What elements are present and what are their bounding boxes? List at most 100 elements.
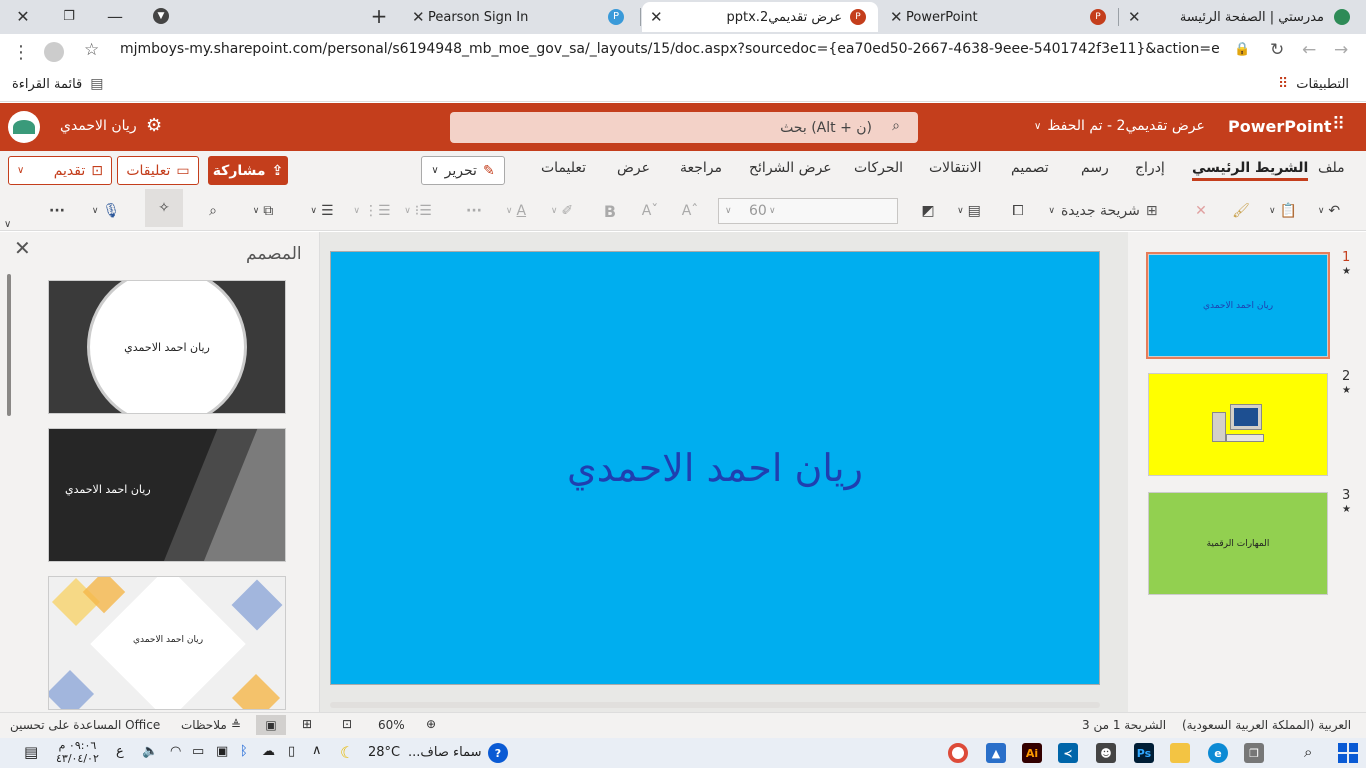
edit-mode-button[interactable]: ∨ تحرير ✎ <box>421 156 505 185</box>
notes-button[interactable]: ملاحظات ≜ <box>181 718 241 732</box>
help-icon[interactable]: ? <box>488 743 508 763</box>
volume-icon[interactable]: 🔈 <box>142 744 158 759</box>
bookmark-star-icon[interactable]: ☆ <box>84 40 99 60</box>
undo-button[interactable]: ∨ ↶ <box>1308 198 1350 224</box>
align-button[interactable]: ∨ ☰ <box>302 198 342 224</box>
search-input[interactable]: بحث (Alt + ن) ⌕ <box>450 112 918 143</box>
reading-list[interactable]: قائمة القراءة ▤ <box>12 76 104 92</box>
tab-powerpoint[interactable]: ✕ P PowerPoint <box>882 2 1116 32</box>
font-size-select[interactable]: ∨ 60 ∨ <box>718 198 898 224</box>
format-painter-icon[interactable]: 🖌 <box>1230 198 1252 224</box>
reload-icon[interactable]: ↻ <box>1270 40 1284 60</box>
numbering-button[interactable]: ∨ ⋮☰ <box>352 198 392 224</box>
close-icon[interactable]: ✕ <box>412 8 425 26</box>
reading-view-icon[interactable]: ⊡ <box>342 717 352 731</box>
github-icon[interactable]: ☻ <box>1096 743 1116 763</box>
fit-slide-icon[interactable]: ⊕ <box>426 717 436 731</box>
app-name[interactable]: PowerPoint <box>1228 117 1331 136</box>
font-color-button[interactable]: ∨ A <box>496 198 536 224</box>
shapes-button[interactable]: ∨ ⧉ <box>242 198 284 224</box>
temperature[interactable]: 28°C <box>368 745 400 760</box>
bold-button[interactable]: B <box>598 198 622 224</box>
tab-animations[interactable]: الحركات <box>854 160 903 176</box>
new-tab-button[interactable]: + <box>356 0 402 32</box>
designer-button[interactable]: ✧ <box>145 189 183 227</box>
menu-dots-icon[interactable]: ⋮ <box>12 42 30 63</box>
tab-home[interactable]: الشريط الرئيسي <box>1192 160 1309 181</box>
apps-shortcut[interactable]: ⠿ التطبيقات <box>1278 76 1349 92</box>
document-title[interactable]: عرض تقديمي2 - تم الحفظ ∨ <box>1034 118 1205 134</box>
comments-button[interactable]: تعليقات ▭ <box>117 156 199 185</box>
new-slide-button[interactable]: ∨ شريحة جديدة ⊞ <box>1040 198 1166 224</box>
language-status[interactable]: العربية (المملكة العربية السعودية) <box>1182 718 1351 732</box>
task-view-icon[interactable]: ❐ <box>1244 743 1264 763</box>
slide-sorter-icon[interactable]: ⊞ <box>302 717 312 731</box>
tab-slideshow[interactable]: عرض الشرائح <box>749 160 832 176</box>
zoom-level[interactable]: 60% <box>378 718 405 732</box>
layout-button[interactable]: ∨ ▤ <box>948 198 990 224</box>
tab-insert[interactable]: إدراج <box>1135 160 1165 176</box>
more-options-button[interactable]: ··· <box>44 198 70 224</box>
increase-font-icon[interactable]: Aˆ <box>678 198 702 224</box>
delete-slide-icon[interactable]: ✕ <box>1190 198 1212 224</box>
normal-view-icon[interactable]: ▣ <box>256 715 286 735</box>
app-launcher-icon[interactable]: ⠿ <box>1332 114 1345 135</box>
avatar[interactable] <box>8 111 40 143</box>
bluetooth-icon[interactable]: ᛒ <box>240 744 248 759</box>
close-icon[interactable]: ✕ <box>650 8 663 26</box>
reuse-slides-icon[interactable]: ⧠ <box>1006 198 1030 224</box>
horizontal-scrollbar[interactable] <box>330 702 1100 708</box>
photoshop-icon[interactable]: Ps <box>1134 743 1154 763</box>
tab-file[interactable]: ملف <box>1318 160 1345 176</box>
url-input[interactable]: mjmboys-my.sharepoint.com/personal/s6194… <box>120 41 1220 57</box>
moon-icon[interactable]: ☾ <box>340 743 354 762</box>
restore-window-icon[interactable]: ❐ <box>46 0 92 32</box>
bullets-button[interactable]: ∨ ⁝☰ <box>398 198 438 224</box>
design-option[interactable]: ريان احمد الاحمدي <box>48 576 286 710</box>
tab-view[interactable]: عرض <box>617 160 650 176</box>
help-improve-office[interactable]: المساعدة على تحسين Office <box>10 718 160 732</box>
present-button[interactable]: ∨ تقديم ⊡ <box>8 156 112 185</box>
search-tool-icon[interactable]: ⌕ <box>202 198 224 224</box>
more-font-options[interactable]: ··· <box>462 198 486 224</box>
format-background-icon[interactable]: ◩ <box>916 198 940 224</box>
slide-thumbnail-3[interactable]: المهارات الرقمية <box>1148 492 1328 595</box>
screen-icon[interactable]: ▣ <box>216 744 228 759</box>
back-icon[interactable]: → <box>1334 40 1348 60</box>
tab-search-icon[interactable]: ▼ <box>138 0 184 32</box>
illustrator-icon[interactable]: Ai <box>1022 743 1042 763</box>
tab-presentation[interactable]: ✕ P عرض تقديمي2.pptx <box>642 2 878 32</box>
notifications-icon[interactable]: ▤ <box>24 743 38 761</box>
tab-madrasati[interactable]: ✕ مدرستي | الصفحة الرئيسة <box>1120 2 1360 32</box>
profile-icon[interactable] <box>44 42 64 62</box>
slide-canvas[interactable]: ريان احمد الاحمدي <box>330 251 1100 685</box>
edge-icon[interactable]: e <box>1208 743 1228 763</box>
vscode-icon[interactable]: ≺ <box>1058 743 1078 763</box>
cloud-icon[interactable]: ☁ <box>262 744 275 759</box>
chevron-up-icon[interactable]: ∧ <box>312 743 322 758</box>
close-window-icon[interactable]: ✕ <box>0 0 46 32</box>
gear-icon[interactable]: ⚙ <box>146 115 162 136</box>
windows-start-icon[interactable] <box>1338 743 1358 763</box>
file-explorer-icon[interactable] <box>1170 743 1190 763</box>
scrollbar[interactable] <box>7 274 11 416</box>
highlight-button[interactable]: ∨ ✐ <box>542 198 582 224</box>
minimize-window-icon[interactable]: — <box>92 0 138 32</box>
user-name[interactable]: ريان الاحمدي <box>60 118 137 134</box>
wifi-icon[interactable]: ◠ <box>170 744 181 759</box>
battery-icon[interactable]: ▭ <box>192 744 204 759</box>
search-icon[interactable]: ⌕ <box>1304 743 1312 761</box>
tab-pearson[interactable]: ✕ P Pearson Sign In <box>404 2 634 32</box>
slide-thumbnail-2[interactable] <box>1148 373 1328 476</box>
paste-button[interactable]: ∨ 📋 <box>1262 198 1304 224</box>
dictate-button[interactable]: ∨ 🎙 <box>88 198 124 224</box>
slide-title[interactable]: ريان احمد الاحمدي <box>567 446 863 490</box>
decrease-font-icon[interactable]: Aˇ <box>638 198 662 224</box>
clock[interactable]: ٠٩:٠٦ م ٤٣/٠٤/٠٢ <box>56 739 99 765</box>
close-icon[interactable]: ✕ <box>14 236 31 260</box>
tab-transitions[interactable]: الانتقالات <box>929 160 982 176</box>
design-option[interactable]: ريان احمد الاحمدي <box>48 428 286 562</box>
tab-design[interactable]: تصميم <box>1011 160 1049 176</box>
design-option[interactable]: ريان احمد الاحمدي <box>48 280 286 414</box>
forward-icon[interactable]: ← <box>1302 40 1316 60</box>
